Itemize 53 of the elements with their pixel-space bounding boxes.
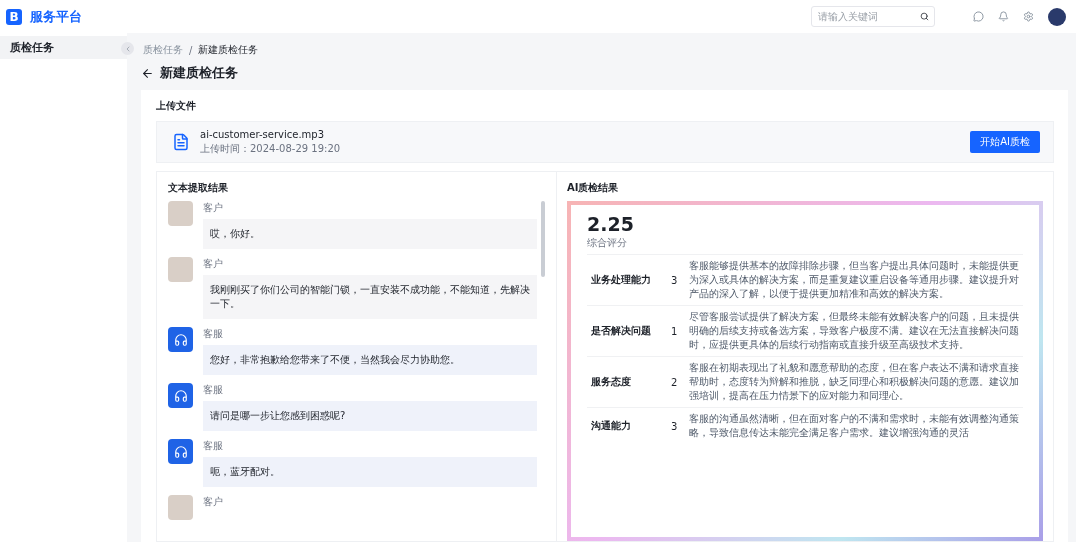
criterion-name: 沟通能力 (591, 419, 632, 433)
criterion-score: 1 (671, 325, 679, 337)
section-title: AI质检结果 (567, 181, 620, 195)
document-icon (172, 133, 190, 151)
logo-icon: B (6, 8, 22, 25)
breadcrumb-separator: / (189, 44, 193, 56)
message-bubble: 呃，蓝牙配对。 (203, 457, 537, 487)
avatar-placeholder (168, 495, 193, 520)
user-avatar[interactable] (1048, 7, 1066, 26)
speaker-label: 客服 (203, 327, 224, 341)
speaker-label: 客户 (203, 201, 224, 215)
bell-icon[interactable] (998, 11, 1009, 22)
message-bubble: 我刚刚买了你们公司的智能门锁，一直安装不成功能，不能知道，先解决一下。 (203, 275, 537, 319)
back-arrow-icon[interactable] (141, 66, 154, 80)
message-bubble: 您好，非常抱歉给您带来了不便，当然我会尽力协助您。 (203, 345, 537, 375)
breadcrumb-item: 新建质检任务 (198, 43, 259, 57)
score-label: 综合评分 (587, 236, 628, 250)
criterion-score: 3 (671, 274, 679, 286)
search-icon[interactable] (920, 12, 929, 21)
headset-avatar-icon (168, 383, 193, 408)
overall-score: 2.25 (587, 215, 635, 234)
page-title: 新建质检任务 (160, 64, 238, 82)
sidebar-item[interactable]: 质检任务 (0, 36, 127, 59)
section-title: 文本提取结果 (168, 181, 229, 195)
scrollbar-thumb[interactable] (541, 201, 545, 277)
avatar-placeholder (168, 257, 193, 282)
headset-avatar-icon (168, 327, 193, 352)
criterion-comment: 客服在初期表现出了礼貌和愿意帮助的态度，但在客户表达不满和请求直接帮助时，态度转为辩解和推脱，缺乏同理心和积极解决问题的意愿。建议加强培训，提高在压力情景下的应对能力和同理心。 (689, 361, 1019, 403)
speaker-label: 客服 (203, 383, 224, 397)
criterion-comment: 尽管客服尝试提供了解决方案，但最终未能有效解决客户的问题，且未提供明确的后续支持或备选方案，导致客户极度不满。建议在无法直接解决问题时，应提供更具体的后续行动指南或直接升级至高级技术支持。 (689, 310, 1019, 352)
upload-time: 上传时间：2024-08-29 19:20 (200, 141, 341, 156)
message-bubble: 请问是哪一步让您感到困惑呢? (203, 401, 537, 431)
criterion-name: 服务态度 (591, 375, 632, 389)
brand-name: 服务平台 (30, 7, 82, 26)
message-bubble: 哎，你好。 (203, 219, 537, 249)
settings-icon[interactable] (1023, 11, 1034, 22)
search-field[interactable]: 请输入关键词 (811, 6, 935, 27)
criterion-comment: 客服能够提供基本的故障排除步骤，但当客户提出具体问题时，未能提供更为深入或具体的解决方案，而是重复建议重启设备等通用步骤。建议提升对产品的深入了解，以便于提供更加精准和高效的解决方案。 (689, 259, 1019, 301)
breadcrumb-item[interactable]: 质检任务 (143, 43, 183, 57)
criterion-comment: 客服的沟通虽然清晰，但在面对客户的不满和需求时，未能有效调整沟通策略，导致信息传达未能完全满足客户需求。建议增强沟通的灵活 (689, 412, 1019, 440)
start-check-button[interactable]: 开始AI质检 (970, 131, 1040, 153)
criterion-score: 3 (671, 420, 679, 432)
chat-bubble-icon[interactable] (973, 11, 984, 22)
file-name: ai-customer-service.mp3 (200, 128, 326, 140)
section-title: 上传文件 (156, 99, 197, 113)
criterion-score: 2 (671, 376, 679, 388)
speaker-label: 客服 (203, 439, 224, 453)
speaker-label: 客户 (203, 495, 224, 509)
headset-avatar-icon (168, 439, 193, 464)
criterion-name: 业务处理能力 (591, 273, 652, 287)
criterion-name: 是否解决问题 (591, 324, 652, 338)
avatar-placeholder (168, 201, 193, 226)
speaker-label: 客户 (203, 257, 224, 271)
